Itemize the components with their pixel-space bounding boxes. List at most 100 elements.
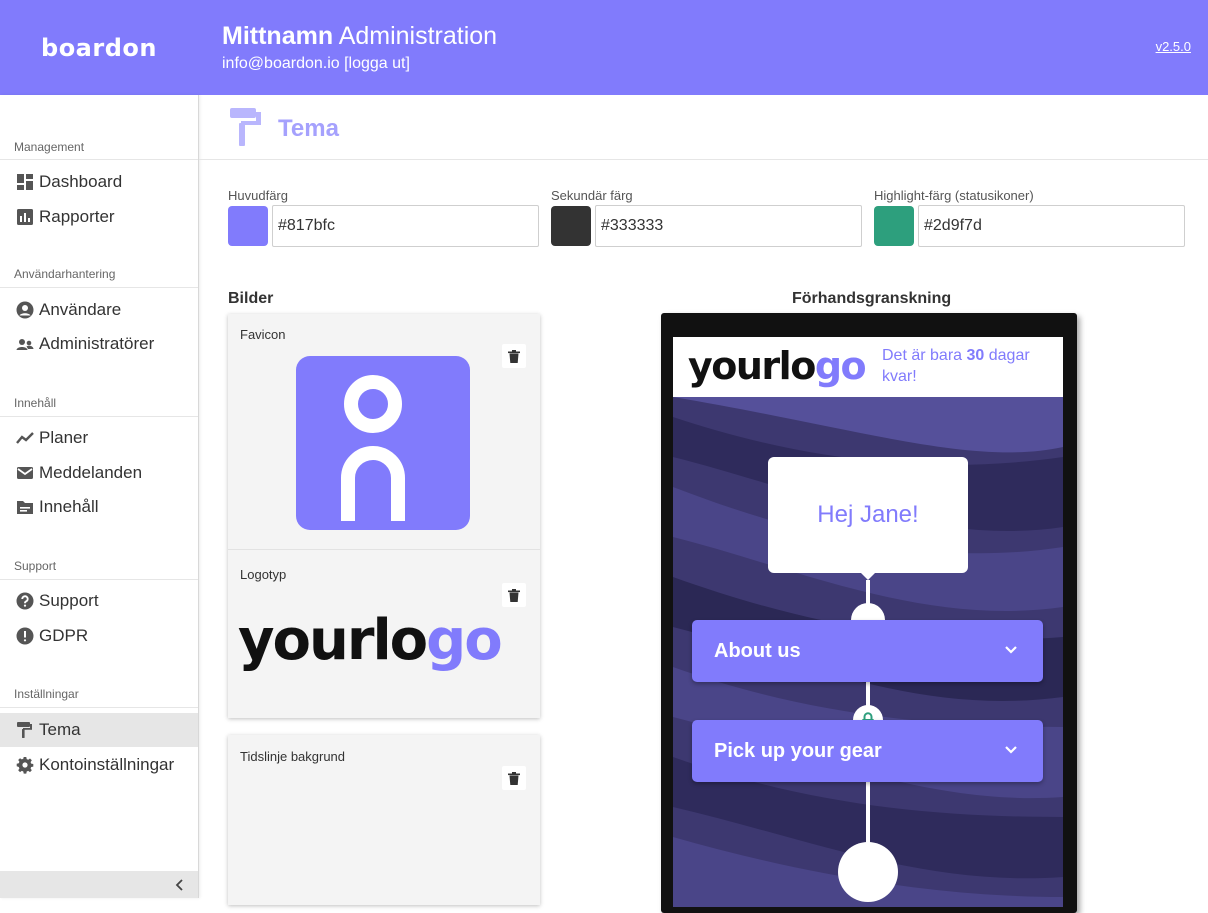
trash-icon (508, 771, 520, 785)
question-icon (16, 592, 34, 610)
sidebar-collapse-button[interactable] (0, 871, 198, 898)
background-label: Tidslinje bakgrund (240, 749, 346, 764)
sidebar-item-label: Administratörer (39, 334, 155, 353)
images-card: Favicon Logotyp yourlogo (228, 314, 540, 718)
favicon-image (296, 356, 470, 530)
preview-title: Förhandsgranskning (792, 290, 952, 307)
divider (0, 579, 198, 580)
sidebar-item-label: Meddelanden (39, 463, 143, 482)
logo-text-dark: yourlo (238, 608, 428, 673)
divider (0, 159, 198, 160)
sidebar-item-label: Dashboard (39, 172, 123, 191)
trash-icon (508, 349, 520, 363)
sidebar-item-label: GDPR (39, 626, 89, 645)
color-swatch[interactable] (551, 206, 591, 246)
top-header: boardon Mittnamn Administration info@boa… (0, 0, 1208, 95)
app-title: Mittnamn Administration (222, 22, 497, 51)
envelope-icon (16, 464, 34, 482)
sidebar-item-support[interactable]: Support (0, 584, 198, 618)
trial-notice: Det är bara 30 dagar kvar! (882, 345, 1057, 387)
sidebar-item-gdpr[interactable]: GDPR (0, 619, 198, 653)
sidebar: Management Dashboard Rapporter Användarh… (0, 95, 199, 898)
logo-image: yourlogo (238, 606, 503, 676)
preview-logo-accent: go (814, 344, 867, 388)
preview-screen: yourlogo Det är bara 30 dagar kvar! Hej … (673, 337, 1063, 907)
greeting-bubble: Hej Jane! (768, 457, 968, 573)
sidebar-item-dashboard[interactable]: Dashboard (0, 165, 198, 199)
sidebar-item-label: Rapporter (39, 207, 115, 226)
brand-text: boardon (41, 33, 157, 62)
alert-icon (16, 627, 34, 645)
step-title: Pick up your gear (714, 739, 882, 762)
gear-icon (16, 756, 34, 774)
color-field-label: Sekundär färg (551, 188, 633, 203)
sidebar-item-planer[interactable]: Planer (0, 421, 198, 455)
sidebar-section-innehall: Innehåll (14, 396, 57, 410)
logo-text-accent: go (426, 608, 503, 673)
paint-roller-icon (230, 108, 261, 146)
page-title: Tema (278, 115, 339, 142)
sidebar-item-rapporter[interactable]: Rapporter (0, 200, 198, 234)
sidebar-item-meddelanden[interactable]: Meddelanden (0, 456, 198, 490)
greeting-bubble-tail (860, 572, 876, 580)
primary-color-input[interactable] (272, 205, 539, 247)
sidebar-section-management: Management (14, 140, 85, 154)
trend-line-icon (16, 429, 34, 447)
divider (0, 416, 198, 417)
trial-days: 30 (966, 347, 985, 364)
brand-logo[interactable]: boardon (0, 0, 198, 95)
sidebar-item-tema[interactable]: Tema (0, 713, 198, 747)
color-field-label: Huvudfärg (228, 188, 288, 203)
delete-favicon-button[interactable] (502, 344, 526, 368)
bar-chart-icon (16, 208, 34, 226)
timeline-dot-large (838, 842, 898, 902)
sidebar-item-label: Tema (39, 720, 81, 739)
favicon-section: Favicon (228, 314, 540, 550)
delete-logo-button[interactable] (502, 583, 526, 607)
greeting-text: Hej Jane! (817, 501, 919, 528)
logo-section: Logotyp yourlogo (228, 551, 540, 718)
sidebar-item-innehall[interactable]: Innehåll (0, 490, 198, 524)
images-section-title: Bilder (228, 290, 274, 307)
preview-logo: yourlogo (688, 339, 867, 393)
sidebar-item-label: Innehåll (39, 497, 99, 516)
user-icon (16, 301, 34, 319)
sidebar-item-label: Planer (39, 428, 89, 447)
logout-link[interactable]: [logga ut] (344, 55, 410, 72)
sidebar-section-support: Support (14, 559, 57, 573)
users-icon (16, 335, 34, 353)
color-field-label: Highlight-färg (statusikoner) (874, 188, 1034, 203)
app-title-suffix: Administration (338, 22, 498, 50)
chevron-left-icon (175, 878, 183, 891)
secondary-color-input[interactable] (595, 205, 862, 247)
sidebar-item-label: Support (39, 591, 99, 610)
color-field-primary: Huvudfärg (228, 188, 540, 247)
timeline-line (866, 782, 870, 847)
timeline-step-pick-up-gear[interactable]: Pick up your gear (692, 720, 1043, 782)
version-link[interactable]: v2.5.0 (1156, 39, 1191, 54)
sidebar-section-anvandarhantering: Användarhantering (14, 267, 116, 281)
color-field-highlight: Highlight-färg (statusikoner) (874, 188, 1186, 247)
sidebar-item-kontoinstallningar[interactable]: Kontoinställningar (0, 748, 198, 782)
color-swatch[interactable] (228, 206, 268, 246)
preview-logo-dark: yourlo (688, 344, 816, 388)
page-header: Tema (199, 95, 1208, 160)
sidebar-item-label: Kontoinställningar (39, 755, 175, 774)
divider (0, 287, 198, 288)
delete-background-button[interactable] (502, 766, 526, 790)
highlight-color-input[interactable] (918, 205, 1185, 247)
phone-preview: yourlogo Det är bara 30 dagar kvar! Hej … (661, 313, 1077, 913)
folder-icon (16, 498, 34, 516)
trash-icon (508, 588, 520, 602)
timeline-step-about-us[interactable]: About us (692, 620, 1043, 682)
sidebar-item-label: Användare (39, 300, 122, 319)
paint-roller-icon (16, 721, 34, 739)
user-email: info@boardon.io (222, 55, 340, 72)
sidebar-item-administratorer[interactable]: Administratörer (0, 327, 198, 361)
favicon-label: Favicon (240, 327, 286, 342)
preview-topbar: yourlogo Det är bara 30 dagar kvar! (673, 337, 1063, 397)
divider (0, 707, 198, 708)
sidebar-item-anvandare[interactable]: Användare (0, 293, 198, 327)
color-swatch[interactable] (874, 206, 914, 246)
trial-text-before: Det är bara (882, 347, 963, 364)
